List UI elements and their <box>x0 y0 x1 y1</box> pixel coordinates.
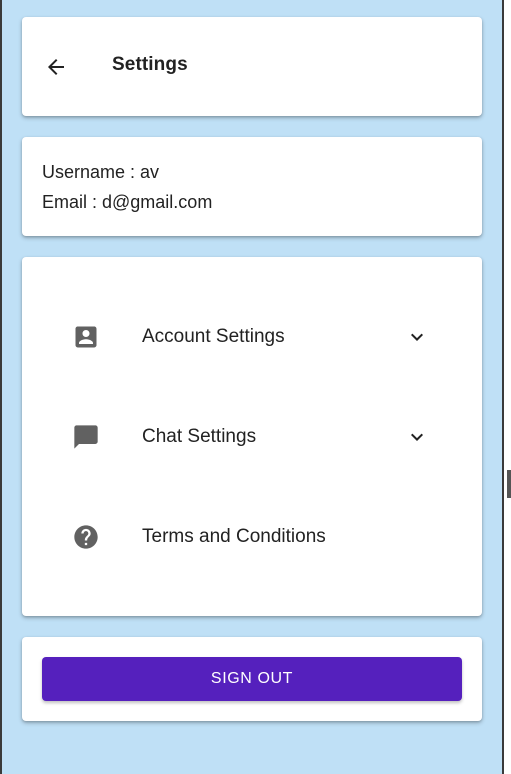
page-title: Settings <box>112 54 188 75</box>
back-button[interactable] <box>42 53 70 81</box>
chevron-down-icon[interactable] <box>405 325 429 349</box>
account-box-icon <box>75 326 97 348</box>
chat-icon <box>74 425 98 449</box>
menu-item-label: Chat Settings <box>142 426 257 447</box>
username-text: Username : av <box>42 162 160 182</box>
window-right-border <box>502 0 511 774</box>
right-border-line <box>502 0 504 774</box>
menu-item-terms-and-conditions[interactable]: Terms and Conditions <box>22 506 482 566</box>
arrow-back-icon <box>48 59 64 75</box>
menu-item-label: Terms and Conditions <box>142 526 326 547</box>
sign-out-button[interactable]: SIGN OUT <box>42 657 462 701</box>
menu-item-account-settings[interactable]: Account Settings <box>22 306 482 366</box>
chevron-down-icon[interactable] <box>405 425 429 449</box>
window-left-border <box>0 0 2 774</box>
sign-out-card: SIGN OUT <box>22 637 482 721</box>
email-text: Email : d@gmail.com <box>42 192 213 212</box>
help-circle-icon <box>74 525 98 549</box>
menu-item-chat-settings[interactable]: Chat Settings <box>22 406 482 466</box>
resize-handle[interactable] <box>507 470 511 498</box>
header-card: Settings <box>22 17 482 116</box>
menu-item-label: Account Settings <box>142 326 285 347</box>
user-info-card: Username : av Email : d@gmail.com <box>22 137 482 236</box>
settings-menu-card: Account Settings Chat Settings Terms and… <box>22 257 482 616</box>
